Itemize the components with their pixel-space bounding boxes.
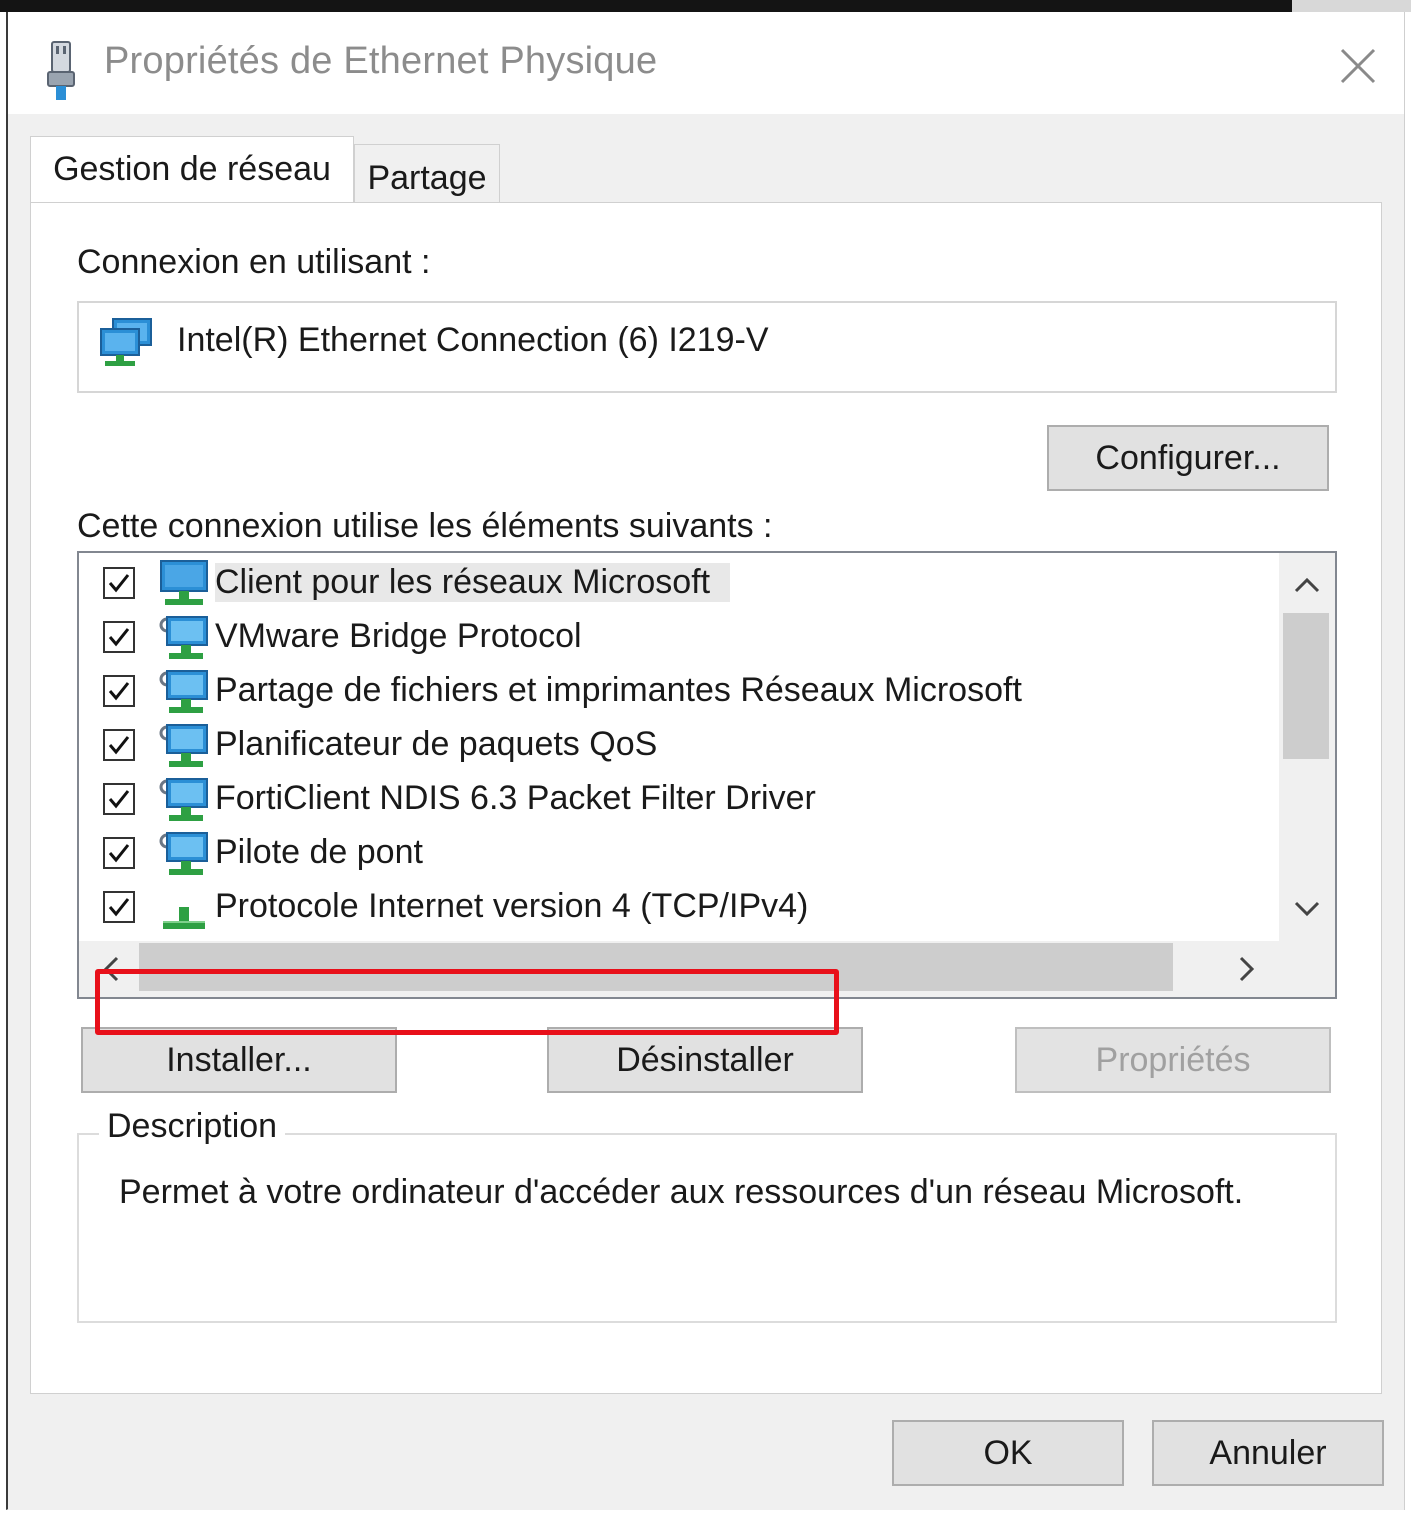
checkmark-icon — [108, 682, 130, 701]
properties-button[interactable]: Propriétés — [1015, 1027, 1331, 1093]
component-checkbox[interactable] — [103, 621, 135, 653]
component-checkbox[interactable] — [103, 567, 135, 599]
component-label: Partage de fichiers et imprimantes Résea… — [215, 671, 1022, 709]
screen-top-edge-light — [1292, 0, 1411, 12]
vertical-scroll-thumb[interactable] — [1283, 613, 1329, 759]
protocol-icon — [163, 907, 205, 929]
network-adapter-icon — [100, 318, 152, 366]
checkmark-icon — [108, 628, 130, 647]
screen-top-edge — [0, 0, 1411, 12]
dialog-body: Gestion de réseau Partage Connexion en u… — [8, 114, 1404, 1510]
component-checkbox[interactable] — [103, 729, 135, 761]
description-text: Permet à votre ordinateur d'accéder aux … — [119, 1173, 1244, 1211]
network-client-icon — [160, 560, 208, 605]
components-label: Cette connexion utilise les éléments sui… — [77, 507, 773, 545]
title-bar: Propriétés de Ethernet Physique — [8, 12, 1404, 114]
component-label: Protocole Internet version 4 (TCP/IPv4) — [215, 887, 809, 925]
checkmark-icon — [108, 736, 130, 755]
uninstall-button[interactable]: Désinstaller — [547, 1027, 863, 1093]
close-button[interactable] — [1326, 36, 1390, 96]
component-label: Client pour les réseaux Microsoft — [215, 563, 731, 602]
chevron-right-icon — [1239, 956, 1255, 982]
component-checkbox[interactable] — [103, 891, 135, 923]
network-service-icon — [159, 724, 208, 767]
tab-sharing[interactable]: Partage — [354, 144, 500, 204]
window-title: Propriétés de Ethernet Physique — [104, 40, 658, 82]
checkmark-icon — [108, 790, 130, 809]
list-item[interactable]: Protocole Internet version 4 (TCP/IPv4) — [79, 881, 1279, 935]
list-item[interactable]: Planificateur de paquets QoS — [79, 719, 1279, 773]
connection-label: Connexion en utilisant : — [77, 243, 431, 281]
configure-button[interactable]: Configurer... — [1047, 425, 1329, 491]
adapter-field: Intel(R) Ethernet Connection (6) I219-V — [77, 301, 1337, 393]
list-item[interactable]: Client pour les réseaux Microsoft — [79, 557, 1279, 611]
horizontal-scroll-thumb[interactable] — [139, 943, 1173, 991]
ok-button[interactable]: OK — [892, 1420, 1124, 1486]
cancel-button[interactable]: Annuler — [1152, 1420, 1384, 1486]
component-label: VMware Bridge Protocol — [215, 617, 582, 655]
scroll-down-button[interactable] — [1289, 891, 1325, 927]
network-service-icon — [159, 832, 208, 875]
scroll-up-button[interactable] — [1289, 567, 1325, 603]
component-label: FortiClient NDIS 6.3 Packet Filter Drive… — [215, 779, 816, 817]
scrollbar-corner — [1279, 939, 1335, 997]
network-service-icon — [159, 778, 208, 821]
list-item[interactable]: Pilote de pont — [79, 827, 1279, 881]
network-service-icon — [159, 616, 208, 659]
scroll-right-button[interactable] — [1229, 951, 1265, 987]
checkmark-icon — [108, 844, 130, 863]
adapter-name: Intel(R) Ethernet Connection (6) I219-V — [177, 321, 769, 359]
chevron-down-icon — [1294, 901, 1320, 917]
component-checkbox[interactable] — [103, 783, 135, 815]
description-title: Description — [99, 1107, 286, 1146]
component-label: Pilote de pont — [215, 833, 423, 871]
chevron-left-icon — [103, 956, 119, 982]
install-button[interactable]: Installer... — [81, 1027, 397, 1093]
description-group: Description Permet à votre ordinateur d'… — [77, 1107, 1337, 1323]
horizontal-scrollbar[interactable] — [79, 941, 1279, 997]
screen-top-edge-dark — [0, 0, 1292, 12]
list-item[interactable]: FortiClient NDIS 6.3 Packet Filter Drive… — [79, 773, 1279, 827]
vertical-scrollbar[interactable] — [1279, 553, 1335, 939]
network-service-icon — [159, 670, 208, 713]
ethernet-plug-icon — [47, 41, 75, 100]
checkmark-icon — [108, 574, 130, 593]
tab-network[interactable]: Gestion de réseau — [30, 136, 354, 202]
chevron-up-icon — [1294, 577, 1320, 593]
checkmark-icon — [108, 898, 130, 917]
component-label: Planificateur de paquets QoS — [215, 725, 658, 763]
properties-dialog: Propriétés de Ethernet Physique Gestion … — [6, 12, 1405, 1510]
list-item[interactable]: Partage de fichiers et imprimantes Résea… — [79, 665, 1279, 719]
tab-panel-network: Connexion en utilisant : Intel(R) Ethern… — [30, 202, 1382, 1394]
list-item[interactable]: VMware Bridge Protocol — [79, 611, 1279, 665]
scroll-left-button[interactable] — [93, 951, 129, 987]
close-icon — [1340, 48, 1376, 84]
component-checkbox[interactable] — [103, 837, 135, 869]
components-list: Client pour les réseaux Microsoft VMware… — [77, 551, 1337, 999]
component-checkbox[interactable] — [103, 675, 135, 707]
